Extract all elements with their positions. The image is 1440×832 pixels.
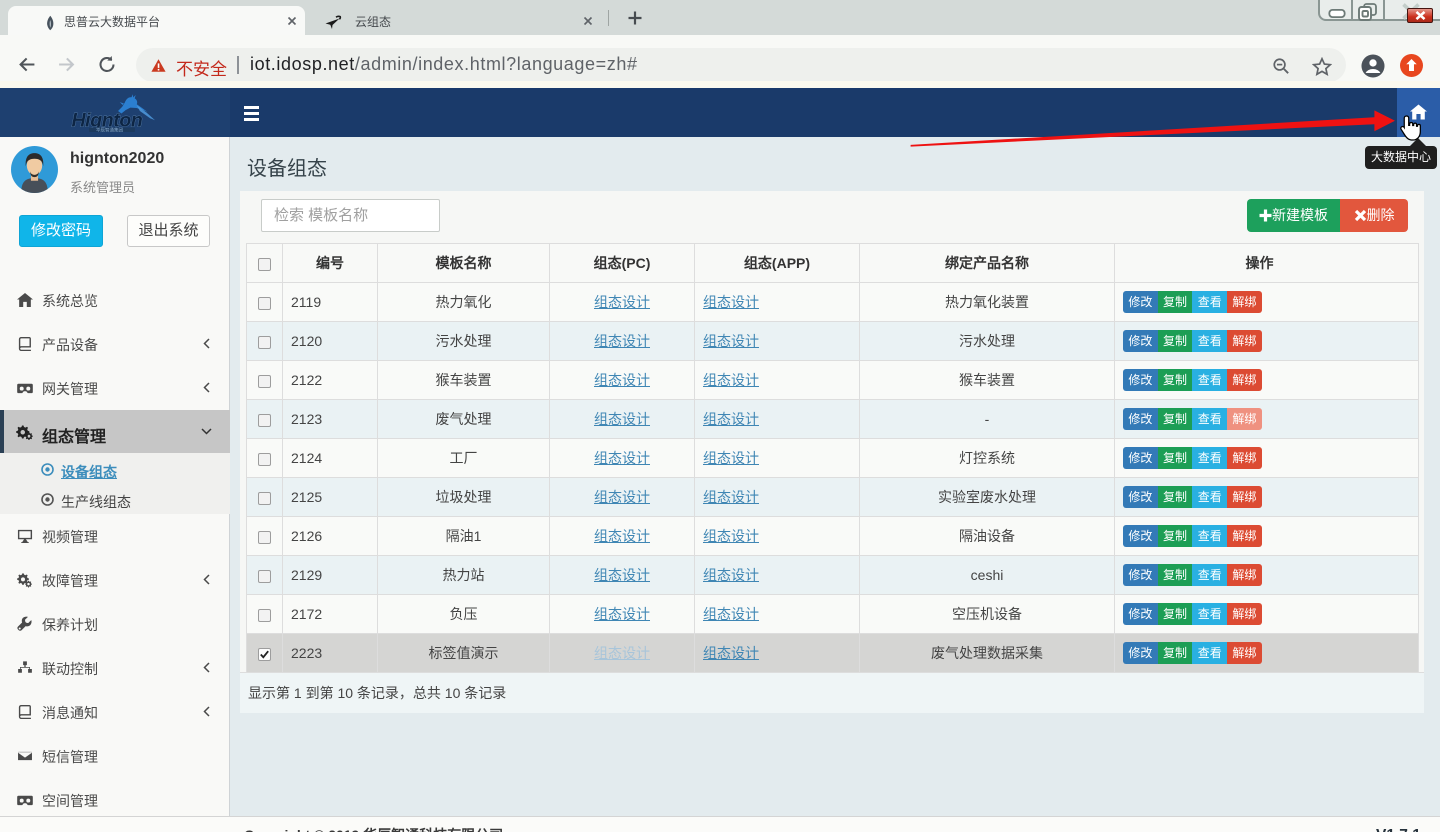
svg-text:华辰智通集团: 华辰智通集团: [96, 126, 123, 133]
